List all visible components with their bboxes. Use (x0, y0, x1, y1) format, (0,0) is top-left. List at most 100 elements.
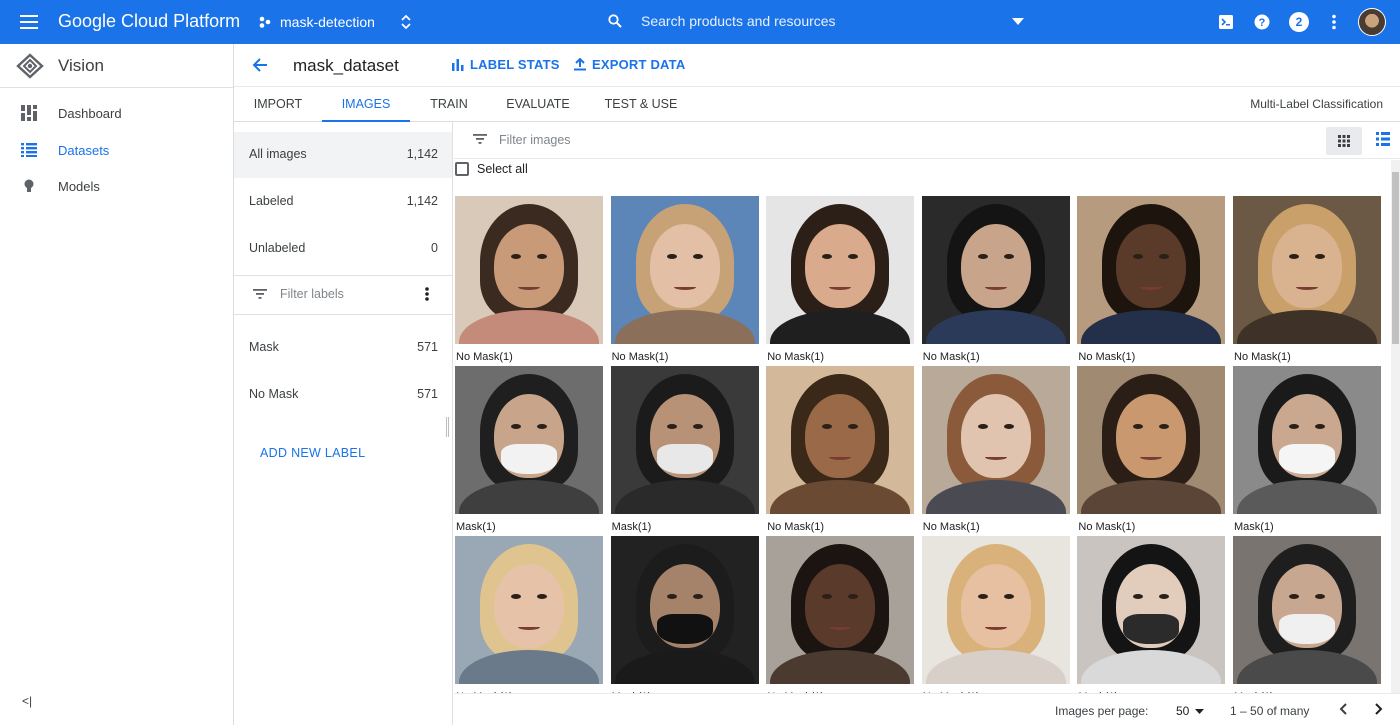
scrollbar[interactable] (1391, 160, 1400, 693)
image-thumbnail[interactable] (766, 196, 915, 344)
label-name: Mask (249, 340, 279, 354)
image-label: No Mask(1) (1234, 351, 1291, 363)
per-page-select[interactable]: 50 (1176, 704, 1205, 718)
image-label: No Mask(1) (922, 351, 980, 363)
collapse-nav-button[interactable]: <| (22, 694, 32, 708)
image-card[interactable]: Mask(1) (455, 366, 603, 533)
page-title: mask_dataset (293, 56, 399, 75)
tab-train[interactable]: TRAIN (420, 87, 478, 122)
image-thumbnail[interactable] (1077, 366, 1226, 514)
image-card[interactable]: Mask(1) (1077, 536, 1226, 693)
image-thumbnail[interactable] (610, 536, 759, 684)
select-all-label: Select all (477, 162, 528, 176)
divider (234, 314, 452, 315)
menu-icon[interactable] (19, 12, 39, 32)
filter-count: 0 (431, 241, 438, 255)
image-card[interactable]: No Mask(1) (766, 536, 915, 693)
image-label: Mask(1) (1234, 521, 1274, 533)
project-name: mask-detection (280, 14, 375, 30)
image-card[interactable]: No Mask(1) (455, 536, 603, 693)
search-bar[interactable]: Search products and resources (600, 6, 1040, 36)
chevron-right-icon[interactable] (1370, 701, 1386, 717)
product-name: Vision (58, 56, 104, 75)
label-stats-button[interactable]: LABEL STATS (452, 57, 560, 72)
cloud-shell-icon[interactable] (1216, 12, 1236, 32)
help-icon[interactable]: ? (1252, 12, 1272, 32)
image-thumbnail[interactable] (610, 196, 759, 344)
tab-test-and-use[interactable]: TEST & USE (600, 87, 682, 122)
image-thumbnail[interactable] (455, 536, 603, 684)
image-card[interactable]: No Mask(1) (766, 366, 915, 533)
sidebar-item-datasets[interactable]: Datasets (0, 132, 233, 168)
image-thumbnail[interactable] (455, 196, 603, 344)
add-new-label-button[interactable]: ADD NEW LABEL (260, 446, 365, 460)
brand-title[interactable]: Google Cloud Platform (58, 11, 240, 32)
image-card[interactable]: Mask(1) (1233, 366, 1381, 533)
image-thumbnail[interactable] (1077, 196, 1226, 344)
image-thumbnail[interactable] (1233, 536, 1381, 684)
project-selector[interactable]: mask-detection (258, 11, 411, 33)
per-page-value: 50 (1176, 704, 1190, 718)
image-thumbnail[interactable] (610, 366, 759, 514)
more-vert-icon[interactable] (424, 286, 430, 302)
pagination: Images per page: 50 1 – 50 of many (454, 693, 1400, 725)
image-card[interactable]: Mask(1) (610, 536, 759, 693)
notifications-badge[interactable]: 2 (1289, 12, 1309, 32)
label-count: 571 (417, 387, 438, 401)
search-input[interactable]: Search products and resources (641, 13, 1001, 29)
sidebar-item-models[interactable]: Models (0, 168, 233, 204)
image-card[interactable]: No Mask(1) (1233, 196, 1381, 363)
tab-evaluate[interactable]: EVALUATE (500, 87, 576, 122)
search-dropdown-icon[interactable] (1012, 18, 1024, 25)
sidebar-item-label: Models (58, 178, 100, 194)
image-card[interactable]: No Mask(1) (921, 196, 1070, 363)
select-all[interactable]: Select all (454, 162, 528, 176)
panel-resize-handle[interactable] (446, 417, 449, 437)
label-row-mask[interactable]: Mask 571 (234, 325, 452, 371)
image-thumbnail[interactable] (455, 366, 603, 514)
image-card[interactable]: Mask(1) (1233, 536, 1381, 693)
select-all-checkbox[interactable] (455, 162, 469, 176)
image-thumbnail[interactable] (921, 366, 1070, 514)
scrollbar-thumb[interactable] (1392, 172, 1399, 344)
avatar[interactable] (1358, 8, 1386, 36)
filter-unlabeled[interactable]: Unlabeled 0 (234, 226, 452, 272)
image-card[interactable]: No Mask(1) (1077, 196, 1226, 363)
image-label: No Mask(1) (767, 521, 825, 533)
image-thumbnail[interactable] (921, 196, 1070, 344)
bar-chart-icon (452, 59, 464, 71)
image-label: Mask(1) (456, 521, 496, 533)
tab-import[interactable]: IMPORT (242, 87, 314, 122)
image-card[interactable]: No Mask(1) (1077, 366, 1226, 533)
filter-labeled[interactable]: Labeled 1,142 (234, 179, 452, 225)
sidebar-item-dashboard[interactable]: Dashboard (0, 95, 233, 131)
filter-icon (253, 289, 267, 299)
lightbulb-icon (24, 179, 34, 192)
image-card[interactable]: No Mask(1) (921, 536, 1070, 693)
label-row-no-mask[interactable]: No Mask 571 (234, 372, 452, 418)
list-view-icon[interactable] (1376, 132, 1390, 146)
image-card[interactable]: No Mask(1) (766, 196, 915, 363)
image-thumbnail[interactable] (766, 536, 915, 684)
filter-images-input[interactable]: Filter images (499, 133, 571, 147)
back-arrow-icon[interactable] (251, 56, 269, 74)
image-card[interactable]: Mask(1) (610, 366, 759, 533)
filter-labels-input[interactable]: Filter labels (280, 287, 344, 301)
image-thumbnail[interactable] (1233, 366, 1381, 514)
image-thumbnail[interactable] (1077, 536, 1226, 684)
tab-images[interactable]: IMAGES (322, 87, 410, 122)
more-vert-icon[interactable] (1324, 12, 1344, 32)
chevron-left-icon[interactable] (1336, 701, 1352, 717)
image-thumbnail[interactable] (1233, 196, 1381, 344)
image-thumbnail[interactable] (921, 536, 1070, 684)
model-type-label: Multi-Label Classification (1250, 97, 1383, 111)
image-thumbnail[interactable] (766, 366, 915, 514)
image-card[interactable]: No Mask(1) (921, 366, 1070, 533)
export-data-button[interactable]: EXPORT DATA (574, 57, 685, 72)
label-stats-label: LABEL STATS (470, 57, 560, 72)
image-card[interactable]: No Mask(1) (610, 196, 759, 363)
grid-view-button[interactable] (1326, 127, 1362, 155)
image-card[interactable]: No Mask(1) (455, 196, 603, 363)
per-page-label: Images per page: (1055, 704, 1149, 718)
filter-all-images[interactable]: All images 1,142 (234, 132, 452, 178)
